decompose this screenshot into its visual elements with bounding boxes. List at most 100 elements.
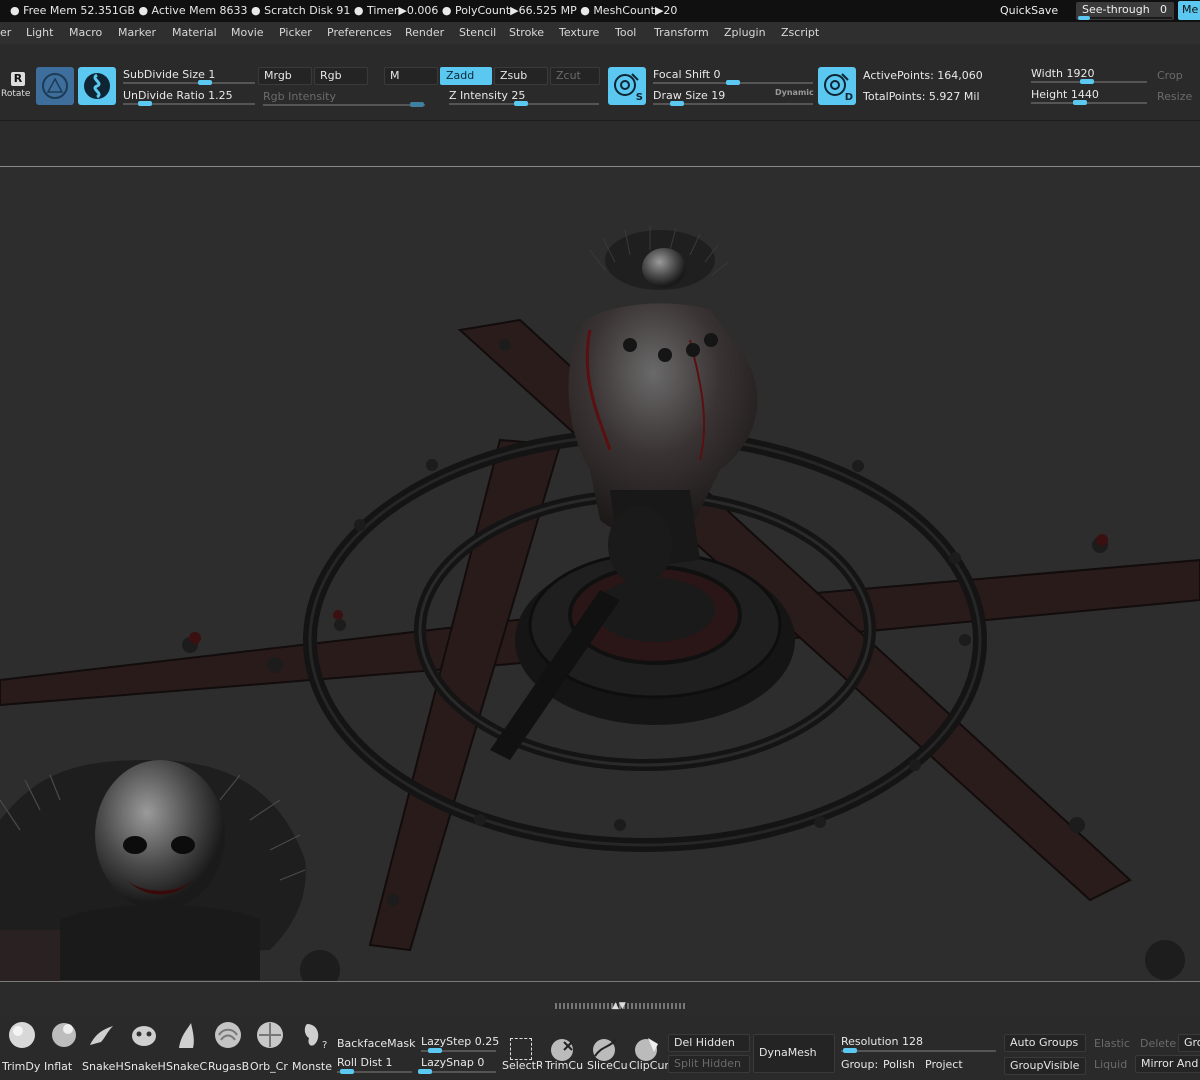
brush-name: SnakeC [166,1060,208,1073]
menu-item-macro[interactable]: Macro [69,26,102,39]
resize-button[interactable]: Resize [1157,90,1192,103]
menu-item-stencil[interactable]: Stencil [459,26,496,39]
polish-toggle[interactable]: Polish [883,1058,915,1071]
split-hidden-button[interactable]: Split Hidden [668,1055,750,1073]
rgb-intensity-knob[interactable] [410,102,424,107]
see-through-slider[interactable]: See-through 0 [1076,2,1174,20]
menu-item-material[interactable]: Material [172,26,217,39]
resolution-knob[interactable] [843,1048,857,1053]
resolution-label: Resolution 128 [841,1035,923,1048]
icon-s-letter: S [635,92,643,103]
dynamic-subdiv-button[interactable] [78,67,116,105]
subdivide-size-knob[interactable] [198,80,212,85]
draw-size-knob[interactable] [670,101,684,106]
mrgb-button[interactable]: Mrgb [258,67,312,85]
brush-orb-cracks[interactable]: Orb_Cr [250,1020,290,1078]
menu-item-render[interactable]: Render [405,26,444,39]
lazy-step-knob[interactable] [428,1048,442,1053]
document-height-label: Height 1440 [1031,88,1099,101]
brush-snakecurve[interactable]: SnakeC [166,1020,207,1078]
rotate-key-icon: R [11,72,25,86]
menu-item-light[interactable]: Light [26,26,53,39]
zsub-button[interactable]: Zsub [494,67,548,85]
menu-item-transform[interactable]: Transform [654,26,709,39]
project-toggle[interactable]: Project [925,1058,963,1071]
zadd-button[interactable]: Zadd [440,67,492,85]
dynamic-subdiv-icon [84,73,110,99]
menu-item-picker[interactable]: Picker [279,26,312,39]
brush-name: Monste [292,1060,333,1073]
m-button[interactable]: M [384,67,438,85]
mirror-and-weld-button[interactable]: Mirror And [1135,1055,1200,1073]
quicksave-button[interactable]: QuickSave [1000,4,1058,17]
menu-item-zscript[interactable]: Zscript [781,26,819,39]
liquid-toggle[interactable]: Liquid [1094,1058,1127,1071]
focal-shift-label: Focal Shift 0 [653,68,721,81]
auto-groups-button[interactable]: Auto Groups [1004,1034,1086,1052]
trim-curve-button[interactable]: TrimCu [545,1059,585,1072]
rgb-intensity-track [263,104,425,106]
brush-trimdy[interactable]: TrimDy [2,1020,42,1078]
zcut-button[interactable]: Zcut [550,67,600,85]
document-height-knob[interactable] [1073,100,1087,105]
status-bar: ● Free Mem 52.351GB ● Active Mem 8633 ● … [0,0,1200,22]
lazy-snap-knob[interactable] [418,1069,432,1074]
sculptris-pro-icon [42,73,68,99]
z-intensity-knob[interactable] [514,101,528,106]
total-points: TotalPoints: 5.927 Mil [863,90,980,103]
select-rect-button[interactable]: SelectR [502,1059,542,1072]
slice-curve-button[interactable]: SliceCu [587,1059,627,1072]
group-split-button[interactable]: Gro [1178,1034,1200,1052]
dynamesh-button[interactable]: DynaMesh [753,1034,835,1073]
menu-item-preferences[interactable]: Preferences [327,26,392,39]
rotate-button[interactable]: R Rotate [0,70,32,102]
memory-status: ● Free Mem 52.351GB ● Active Mem 8633 ● … [10,4,678,17]
brush-snakehook-2[interactable]: SnakeH [124,1020,166,1078]
shelf-toggle-icon[interactable]: ▲▼ [612,1001,626,1011]
elastic-toggle[interactable]: Elastic [1094,1037,1130,1050]
menus-button[interactable]: Me [1178,1,1200,20]
menu-item-marker[interactable]: Marker [118,26,156,39]
draw-size-label: Draw Size 19 [653,89,726,102]
del-hidden-button[interactable]: Del Hidden [668,1034,750,1052]
backface-mask-button[interactable]: BackfaceMask [337,1037,415,1050]
subdivide-size-track [123,82,255,84]
see-through-knob[interactable] [1078,16,1090,20]
crop-button[interactable]: Crop [1157,69,1183,82]
roll-dist-knob[interactable] [340,1069,354,1074]
brush-icon-d-button[interactable]: D [818,67,856,105]
menu-bar: er Light Macro Marker Material Movie Pic… [0,22,1200,44]
menu-item-stroke[interactable]: Stroke [509,26,544,39]
brush-inflate[interactable]: Inflat [44,1020,84,1078]
sculptris-pro-button[interactable] [36,67,74,105]
see-through-label: See-through [1082,3,1150,16]
clip-curve-button[interactable]: ClipCur [629,1059,669,1072]
see-through-track [1078,17,1172,19]
snake-curve-brush-icon [179,1023,194,1048]
dynamic-toggle[interactable]: Dynamic [775,88,814,97]
menu-item-tool[interactable]: Tool [615,26,636,39]
canvas-viewport[interactable] [0,167,1200,981]
rgb-button[interactable]: Rgb [314,67,368,85]
menu-item-texture[interactable]: Texture [559,26,599,39]
group-toggle[interactable]: Group: [841,1058,878,1071]
brush-icon-s-button[interactable]: S [608,67,646,105]
brush-name: SnakeH [124,1060,166,1073]
secondary-shelf [0,121,1200,166]
delete-button[interactable]: Delete [1140,1037,1176,1050]
menu-item-zplugin[interactable]: Zplugin [724,26,766,39]
help-icon[interactable]: ? [322,1040,327,1051]
icon-d-letter: D [844,92,853,103]
brush-rugas[interactable]: RugasB [208,1020,249,1078]
snake-hook-brush-icon [90,1026,113,1045]
group-visible-button[interactable]: GroupVisible [1004,1057,1086,1075]
document-width-knob[interactable] [1080,79,1094,84]
menu-item-movie[interactable]: Movie [231,26,264,39]
lazy-snap-label: LazySnap 0 [421,1056,485,1069]
menu-item-layer[interactable]: er [0,26,11,39]
focal-shift-knob[interactable] [726,80,740,85]
trim-dynamic-brush-icon [9,1022,35,1048]
brush-snakehook[interactable]: SnakeH [82,1020,124,1078]
undivide-ratio-knob[interactable] [138,101,152,106]
orb-cracks-brush-icon [257,1022,283,1048]
